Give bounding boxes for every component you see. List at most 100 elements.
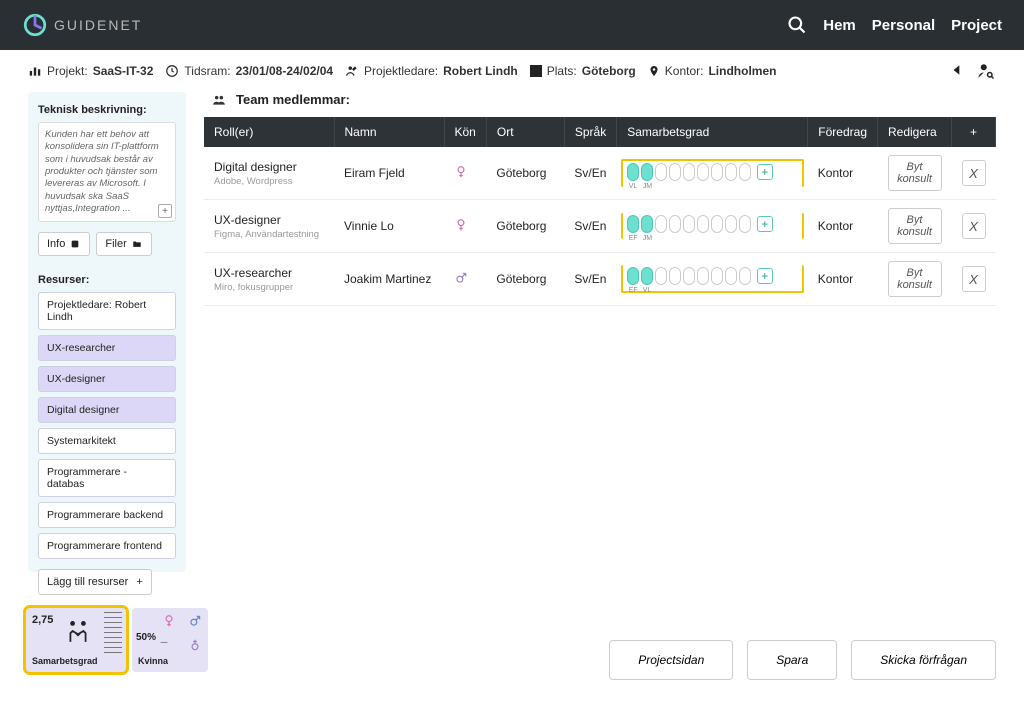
table-row: Digital designerAdobe, WordpressEiram Fj… [204, 147, 996, 200]
col-add[interactable]: + [952, 117, 996, 147]
cell-city: Göteborg [486, 200, 564, 253]
chart-icon [28, 64, 42, 78]
expand-desc-icon[interactable]: + [158, 204, 172, 218]
cell-pref: Kontor [808, 253, 878, 306]
cell-edit: Byt konsult [878, 253, 952, 306]
remove-row-button[interactable]: X [962, 213, 986, 239]
collab-pill [725, 215, 737, 233]
collab-pill [683, 163, 695, 181]
collab-pill [697, 267, 709, 285]
person-search-icon[interactable] [976, 62, 996, 80]
col-lang: Språk [564, 117, 616, 147]
cell-remove: X [952, 253, 996, 306]
send-request-button[interactable]: Skicka förfrågan [851, 640, 996, 680]
cell-collab: VLJM + [617, 147, 808, 200]
resource-item[interactable]: UX-researcher [38, 335, 176, 361]
cell-collab: EFJM+ [617, 200, 808, 253]
change-consult-button[interactable]: Byt konsult [888, 208, 942, 244]
add-collab-icon[interactable]: + [757, 164, 773, 180]
team-icon [210, 93, 228, 107]
resource-item[interactable]: Projektledare: Robert Lindh [38, 292, 176, 330]
resource-item[interactable]: Programmerare backend [38, 502, 176, 528]
nav-hem[interactable]: Hem [823, 17, 856, 34]
folder-icon [131, 239, 143, 249]
resource-item[interactable]: Digital designer [38, 397, 176, 423]
clock-icon [165, 64, 179, 78]
col-city: Ort [486, 117, 564, 147]
resource-item[interactable]: Programmerare - databas [38, 459, 176, 497]
pin-icon [648, 64, 660, 78]
collab-pill [655, 267, 667, 285]
collab-pill [669, 215, 681, 233]
col-gender: Kön [444, 117, 486, 147]
minus-icon[interactable]: − [160, 634, 168, 650]
collab-pill [669, 163, 681, 181]
cell-city: Göteborg [486, 147, 564, 200]
team-header: Team medlemmar: [210, 92, 996, 107]
collab-pill: EF [627, 215, 639, 233]
cell-remove: X [952, 147, 996, 200]
person-edit-icon [345, 64, 359, 78]
nav-personal[interactable]: Personal [872, 17, 935, 34]
collab-pill [725, 163, 737, 181]
change-consult-button[interactable]: Byt konsult [888, 155, 942, 191]
res-header: Resurser: [38, 274, 176, 286]
add-resource-button[interactable]: Lägg till resurser+ [38, 569, 152, 595]
projectpage-button[interactable]: Projectsidan [609, 640, 733, 680]
cell-role: UX-researcherMiro, fokusgrupper [204, 253, 334, 306]
add-collab-icon[interactable]: + [757, 268, 773, 284]
cell-lang: Sv/En [564, 253, 616, 306]
remove-row-button[interactable]: X [962, 266, 986, 292]
collab-pill [711, 215, 723, 233]
col-name: Namn [334, 117, 444, 147]
files-button[interactable]: Filer [96, 232, 151, 256]
female-icon [162, 614, 176, 628]
gender-card[interactable]: 50% Kvinna − [132, 608, 208, 672]
info-button[interactable]: Info [38, 232, 90, 256]
search-icon[interactable] [787, 15, 807, 35]
collab-pill [739, 215, 751, 233]
handshake-icon [64, 618, 92, 644]
square-icon [530, 65, 542, 77]
resource-item[interactable]: Programmerare frontend [38, 533, 176, 559]
collab-pill [697, 215, 709, 233]
change-consult-button[interactable]: Byt konsult [888, 261, 942, 297]
table-row: UX-designerFigma, AnvändartestningVinnie… [204, 200, 996, 253]
main: Team medlemmar: Roll(er) Namn Kön Ort Sp… [204, 92, 996, 572]
collab-card[interactable]: 2,75 Samarbetsgrad [26, 608, 126, 672]
resource-item[interactable]: UX-designer [38, 366, 176, 392]
ruler-icon [104, 612, 122, 666]
nonbinary-icon [188, 638, 202, 652]
table-row: UX-researcherMiro, fokusgrupperJoakim Ma… [204, 253, 996, 306]
save-button[interactable]: Spara [747, 640, 837, 680]
cell-role: UX-designerFigma, Användartestning [204, 200, 334, 253]
col-role: Roll(er) [204, 117, 334, 147]
remove-row-button[interactable]: X [962, 160, 986, 186]
col-edit: Redigera [878, 117, 952, 147]
collab-pill: VL [627, 163, 639, 181]
cell-lang: Sv/En [564, 200, 616, 253]
back-icon[interactable] [950, 62, 964, 78]
cell-role: Digital designerAdobe, Wordpress [204, 147, 334, 200]
cell-pref: Kontor [808, 147, 878, 200]
cell-collab: EFVL+ [617, 253, 808, 306]
nav-project[interactable]: Project [951, 17, 1002, 34]
cell-name: Vinnie Lo [334, 200, 444, 253]
tech-header: Teknisk beskrivning: [38, 104, 176, 116]
collab-pill [683, 215, 695, 233]
tech-desc-box: Kunden har ett behov att konsolidera sin… [38, 122, 176, 222]
cell-city: Göteborg [486, 253, 564, 306]
tech-desc: Kunden har ett behov att konsolidera sin… [45, 129, 159, 214]
team-table: Roll(er) Namn Kön Ort Språk Samarbetsgra… [204, 117, 996, 306]
col-collab: Samarbetsgrad [617, 117, 808, 147]
resource-item[interactable]: Systemarkitekt [38, 428, 176, 454]
infobar: Projekt:SaaS-IT-32 Tidsram:23/01/08-24/0… [0, 50, 1024, 92]
add-collab-icon[interactable]: + [757, 216, 773, 232]
collab-pill [739, 267, 751, 285]
cell-name: Eiram Fjeld [334, 147, 444, 200]
collab-pill [725, 267, 737, 285]
collab-pill: JM [641, 163, 653, 181]
sidebar: Teknisk beskrivning: Kunden har ett beho… [28, 92, 186, 572]
collab-pill: VL [641, 267, 653, 285]
logo-icon [22, 12, 48, 38]
